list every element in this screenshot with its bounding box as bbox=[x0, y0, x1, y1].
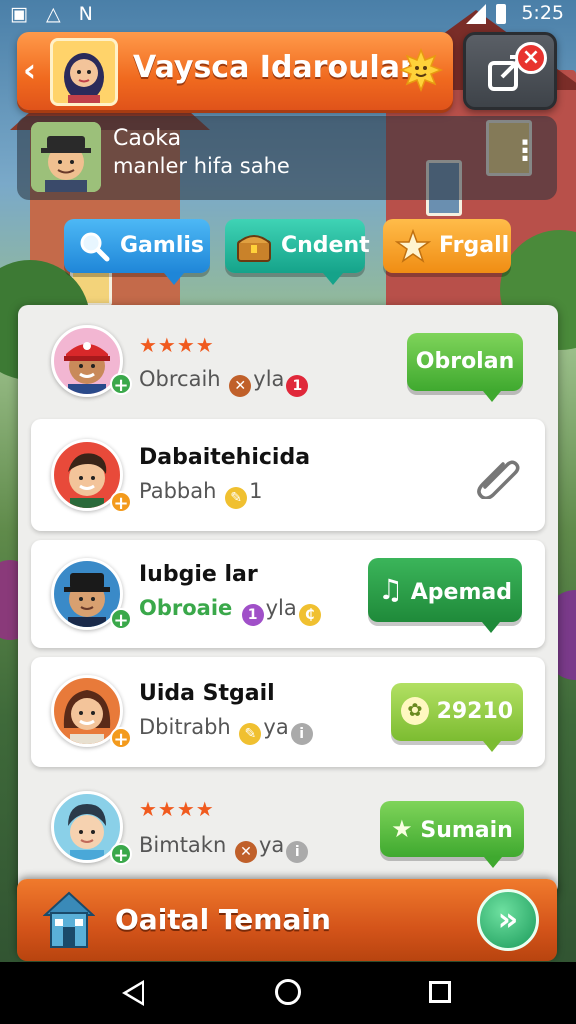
music-button-label: Apemad bbox=[410, 580, 512, 605]
info-icon: i bbox=[290, 723, 313, 745]
player-status: Pabbah ✎ 1 bbox=[139, 479, 263, 509]
player-row[interactable]: + Dabaitehicida Pabbah ✎ 1 bbox=[31, 419, 545, 531]
add-friend-icon[interactable]: + bbox=[110, 727, 132, 750]
chat-avatar bbox=[31, 122, 101, 192]
player-row[interactable]: + Iubgie lar Obroaie 1 yla ₵ ♫ Apemad bbox=[31, 540, 545, 648]
android-nav-bar bbox=[0, 962, 576, 1024]
status-notification-icons: ▣ △ N bbox=[10, 3, 99, 25]
player-list-panel: + ★★★★ Obrcaih ✕ yla 1 Obrolan + Dabaitehi… bbox=[18, 305, 558, 895]
music-note-icon: ♫ bbox=[378, 573, 404, 606]
score-button[interactable]: ✿ 29210 bbox=[391, 683, 523, 752]
player-name: Uida Stgail bbox=[139, 681, 275, 706]
tab-label: Cndent bbox=[281, 233, 370, 258]
tab-favorites[interactable]: Frgall bbox=[383, 219, 511, 273]
tab-label: Gamlis bbox=[120, 233, 205, 258]
page-title: Vaysca Idaroulan bbox=[133, 50, 422, 85]
paperclip-icon[interactable] bbox=[475, 453, 521, 499]
score-value: 29210 bbox=[436, 699, 514, 724]
edit-share-button[interactable] bbox=[463, 32, 557, 110]
chat-button-label: Obrolan bbox=[415, 349, 515, 374]
profile-avatar[interactable] bbox=[50, 38, 118, 106]
star-icon bbox=[395, 229, 431, 263]
kebab-menu-icon: ⋮ bbox=[511, 134, 539, 167]
chat-sender-name: Caoka bbox=[113, 126, 182, 151]
player-row[interactable]: + ★★★★ Obrcaih ✕ yla 1 Obrolan bbox=[31, 315, 545, 415]
player-name: Dabaitehicida bbox=[139, 445, 311, 470]
coin-icon: ✕ bbox=[234, 841, 257, 863]
tab-label: Frgall bbox=[439, 233, 510, 258]
footer-title: Oaital Temain bbox=[115, 903, 331, 936]
search-icon bbox=[80, 232, 110, 262]
chat-message-preview: manler hifa sahe bbox=[113, 154, 290, 178]
level-badge: 1 bbox=[241, 604, 264, 626]
double-chevron-icon: » bbox=[497, 900, 519, 938]
house-icon bbox=[43, 891, 95, 948]
nav-recents-icon[interactable] bbox=[429, 981, 451, 1003]
add-friend-icon[interactable]: + bbox=[110, 843, 132, 866]
pencil-icon: ✎ bbox=[239, 723, 262, 745]
nav-back-icon[interactable] bbox=[122, 980, 144, 1006]
go-forward-button[interactable]: » bbox=[477, 889, 539, 951]
status-time: 5:25 bbox=[521, 2, 564, 24]
summon-button-label: Sumain bbox=[420, 818, 513, 843]
rating-stars: ★★★★ bbox=[139, 797, 215, 821]
coin-icon: ₵ bbox=[298, 604, 321, 626]
status-bar: ▣ △ N 5:25 bbox=[0, 0, 576, 30]
title-header: ‹ Vaysca Idaroulan bbox=[17, 32, 453, 110]
player-status: Obroaie 1 yla ₵ bbox=[139, 596, 323, 626]
info-icon: i bbox=[286, 841, 309, 863]
player-row[interactable]: + ★★★★ Bimtakn ✕ ya i ★ Sumain bbox=[31, 777, 545, 895]
rating-stars: ★★★★ bbox=[139, 333, 215, 357]
player-status: Bimtakn ✕ ya i bbox=[139, 833, 310, 863]
notification-badge: 1 bbox=[286, 375, 309, 397]
coin-icon: ✕ bbox=[229, 375, 252, 397]
music-button[interactable]: ♫ Apemad bbox=[368, 558, 522, 633]
player-row[interactable]: + Uida Stgail Dbitrabh ✎ ya i ✿ 29210 bbox=[31, 657, 545, 767]
back-button[interactable]: ‹ bbox=[23, 52, 36, 88]
player-name: Iubgie lar bbox=[139, 562, 258, 587]
player-status: Dbitrabh ✎ ya i bbox=[139, 715, 315, 745]
nav-home-icon[interactable] bbox=[275, 979, 301, 1005]
chat-button[interactable]: Obrolan bbox=[407, 333, 523, 402]
more-options-button[interactable]: ⋮ bbox=[511, 137, 539, 165]
signal-icon bbox=[466, 4, 486, 24]
close-button[interactable]: × bbox=[515, 42, 547, 74]
treasure-chest-icon bbox=[237, 235, 271, 262]
monster-icon: ✿ bbox=[400, 697, 429, 725]
add-friend-icon[interactable]: + bbox=[110, 608, 132, 631]
star-icon: ★ bbox=[391, 815, 413, 843]
tab-content[interactable]: Cndent bbox=[225, 219, 370, 285]
summon-button[interactable]: ★ Sumain bbox=[380, 801, 524, 868]
tab-search[interactable]: Gamlis bbox=[64, 219, 210, 285]
battery-icon bbox=[496, 4, 506, 24]
player-status: Obrcaih ✕ yla 1 bbox=[139, 367, 310, 397]
pencil-icon: ✎ bbox=[225, 487, 248, 509]
chat-preview[interactable]: Caoka manler hifa sahe ⋮ bbox=[17, 116, 557, 200]
bottom-action-bar[interactable]: Oaital Temain » bbox=[17, 879, 557, 961]
sun-face-icon[interactable] bbox=[399, 48, 443, 92]
add-friend-icon[interactable]: + bbox=[110, 373, 132, 396]
add-friend-icon[interactable]: + bbox=[110, 491, 132, 514]
